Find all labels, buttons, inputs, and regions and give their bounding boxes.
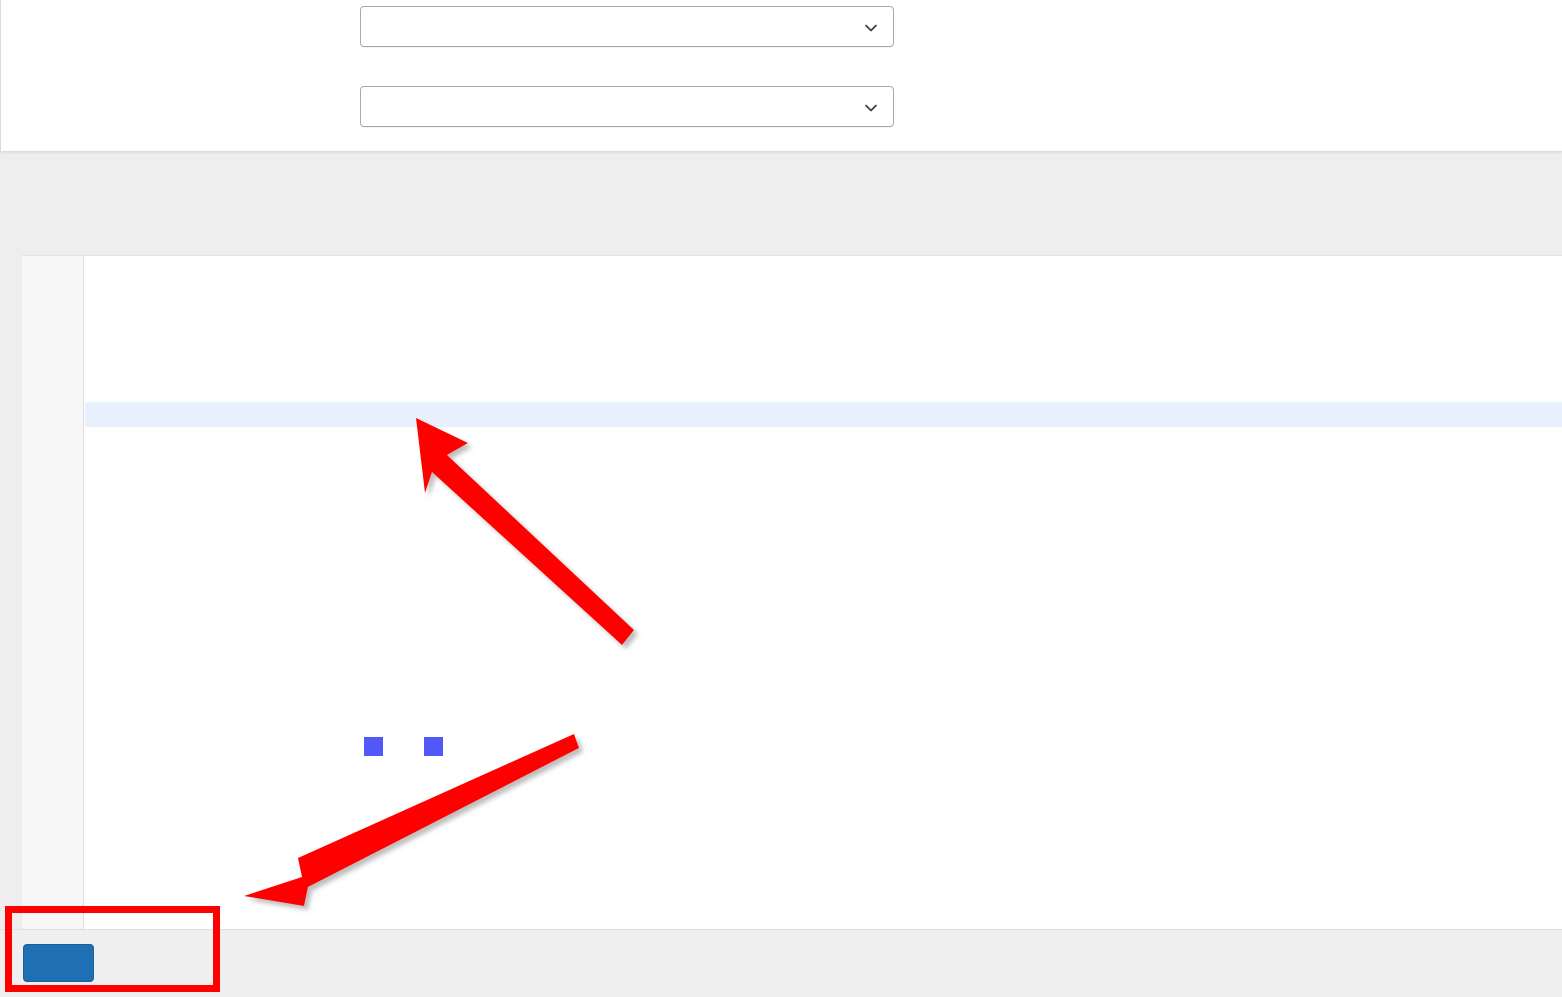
code-editor[interactable]: [22, 255, 1562, 929]
editor-gutter: [22, 256, 84, 929]
line-number: [22, 354, 83, 378]
code-line[interactable]: [85, 256, 1562, 280]
code-line[interactable]: [85, 329, 1562, 353]
blue-marker-square: [424, 737, 443, 756]
line-number: [22, 378, 83, 402]
footer-bar: [0, 929, 1562, 997]
chevron-down-icon: [863, 100, 879, 116]
blue-marker-square: [364, 737, 383, 756]
line-number: [22, 402, 83, 426]
code-line-active[interactable]: [85, 402, 1562, 427]
line-number: [22, 305, 83, 329]
code-line[interactable]: [85, 354, 1562, 378]
code-line[interactable]: [85, 305, 1562, 329]
save-button[interactable]: [23, 944, 94, 982]
code-line[interactable]: [85, 280, 1562, 304]
page-root: [0, 0, 1562, 997]
form-row-status: [1, 86, 1562, 130]
line-number: [22, 256, 83, 280]
line-number: [22, 280, 83, 304]
line-number: [22, 329, 83, 353]
settings-card: [0, 0, 1562, 152]
status-select[interactable]: [360, 86, 894, 127]
device-display-select[interactable]: [360, 6, 894, 47]
chevron-down-icon: [863, 20, 879, 36]
form-row-device-display: [1, 6, 1562, 50]
code-content[interactable]: [85, 256, 1562, 929]
code-line[interactable]: [85, 378, 1562, 402]
